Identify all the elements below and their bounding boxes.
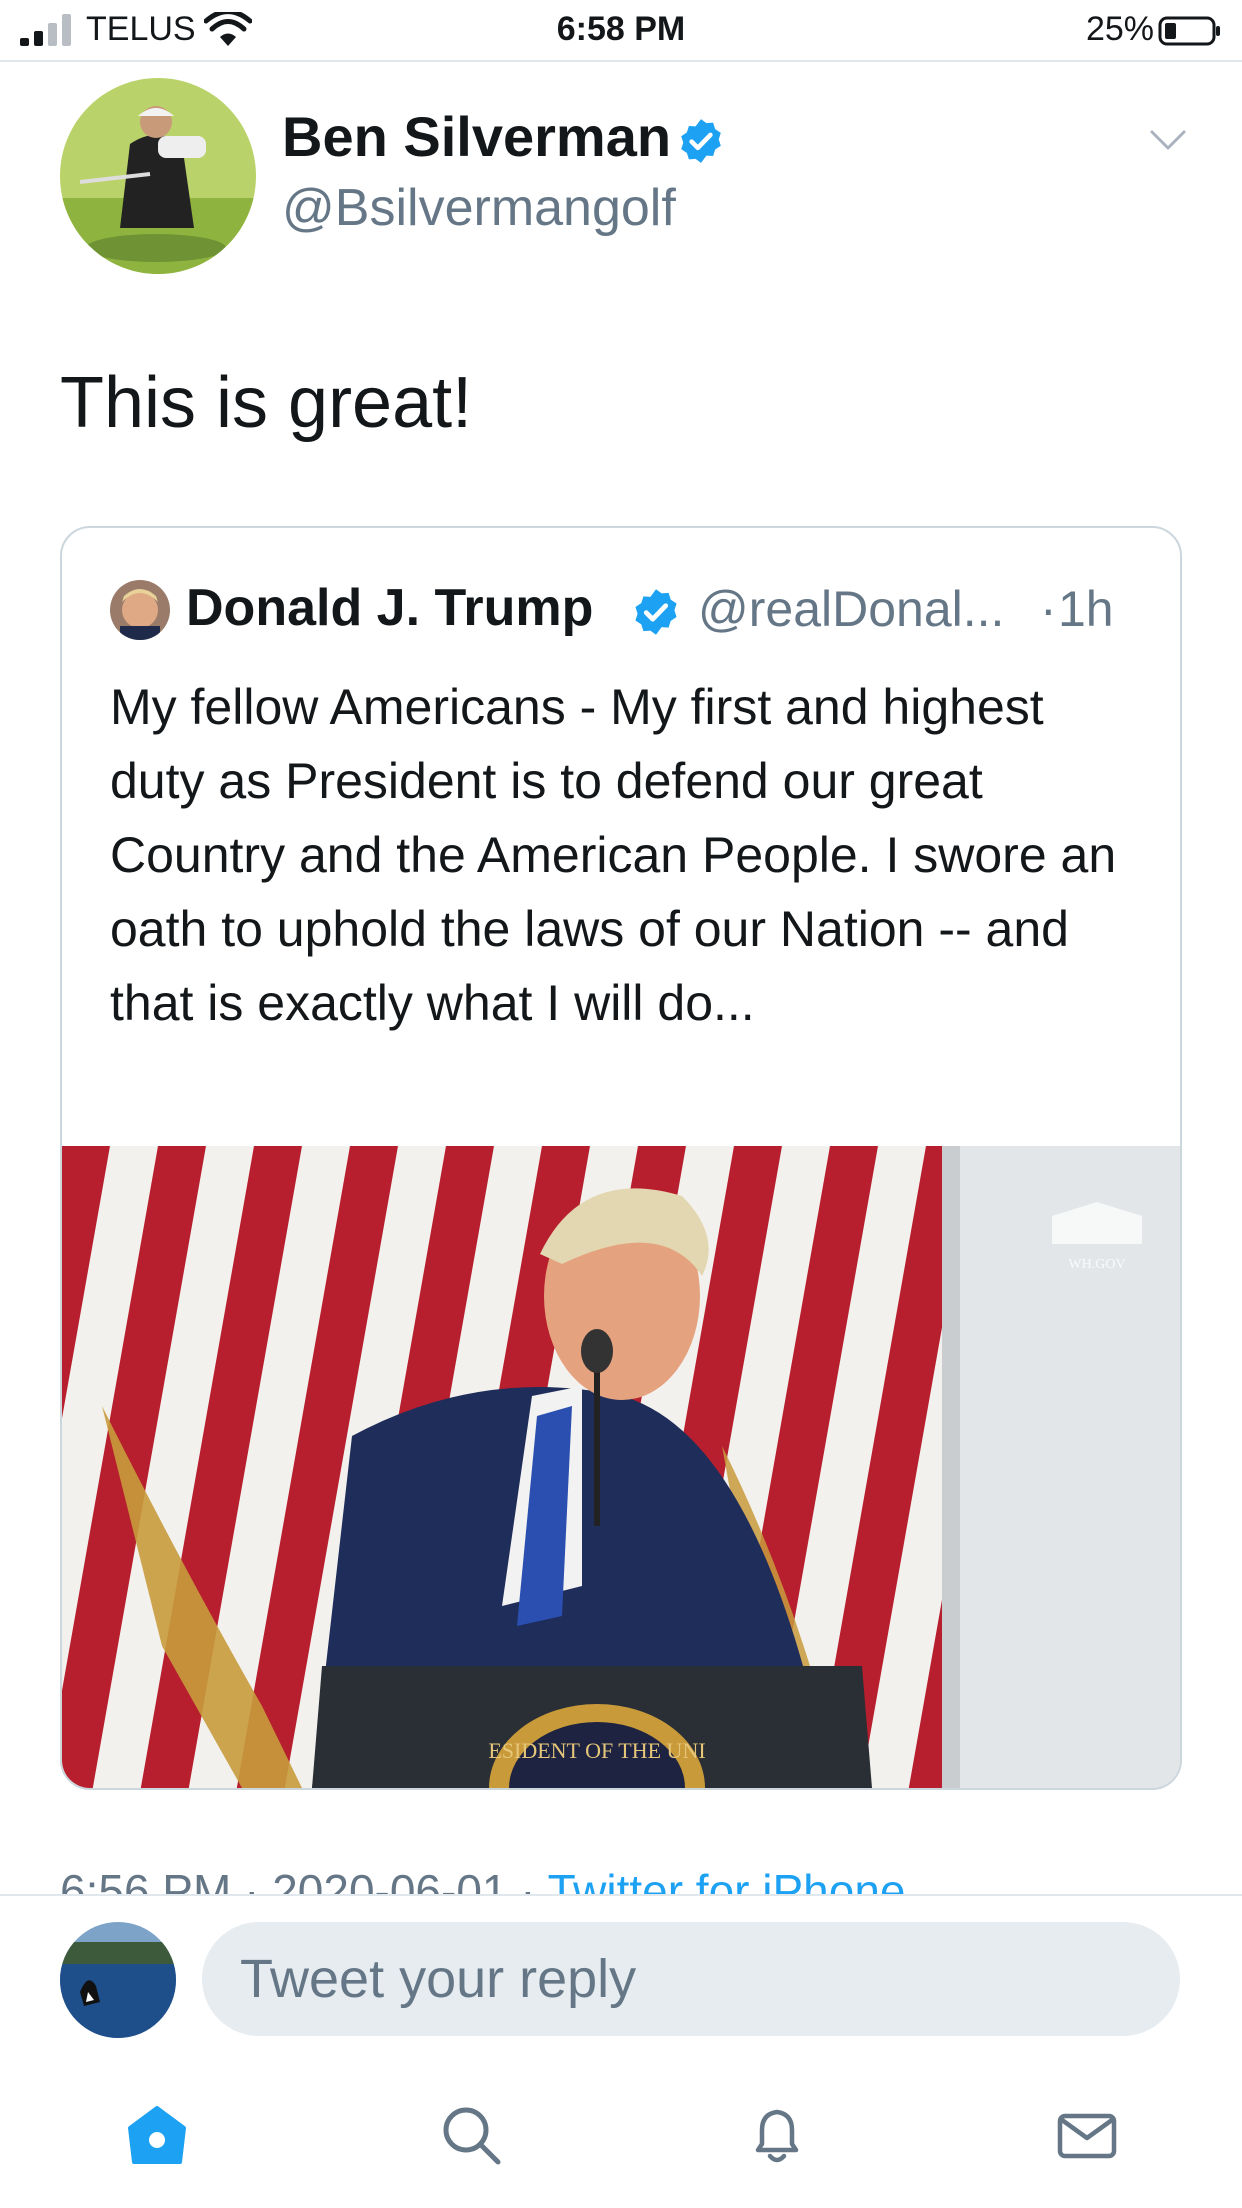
quoted-author-name[interactable]: Donald J. Trump: [186, 578, 593, 638]
reply-input[interactable]: [202, 1922, 1180, 2036]
quoted-tweet-text: My fellow Americans - My first and highe…: [110, 679, 1117, 1031]
quoted-tweet-card[interactable]: Donald J. Trump @realDonal... · 1h My fe…: [60, 526, 1182, 1790]
tweet-text: This is great!: [60, 363, 473, 443]
tab-search[interactable]: [438, 2102, 504, 2168]
tab-bar: [0, 2058, 1242, 2208]
seal-text: ESIDENT OF THE UNI: [488, 1738, 705, 1763]
quoted-tweet-video-thumbnail[interactable]: WH.GOV ESIDENT OF THE UNI: [62, 1146, 1180, 1788]
user-avatar[interactable]: [60, 1922, 176, 2038]
tab-home[interactable]: [124, 2102, 190, 2168]
quoted-tweet-time: 1h: [1058, 581, 1114, 637]
author-handle[interactable]: @Bsilvermangolf: [282, 178, 676, 238]
battery-icon: [1158, 16, 1220, 46]
tab-notifications[interactable]: [744, 2102, 810, 2168]
status-bar: TELUS 6:58 PM 25%: [0, 0, 1242, 62]
home-icon: [128, 2106, 186, 2164]
quoted-author-handle[interactable]: @realDonal...: [698, 580, 1004, 638]
status-clock: 6:58 PM: [556, 10, 686, 48]
quoted-author-avatar[interactable]: [110, 580, 170, 640]
tab-messages[interactable]: [1054, 2102, 1120, 2168]
notifications-icon: [755, 2109, 799, 2163]
verified-badge-icon: [681, 119, 721, 163]
battery-percentage: 25%: [1085, 10, 1154, 48]
reply-bar: [0, 1894, 1242, 2060]
chevron-down-icon[interactable]: [1150, 128, 1186, 152]
watermark-label: WH.GOV: [1068, 1257, 1125, 1272]
search-icon: [443, 2107, 501, 2165]
author-name[interactable]: Ben Silverman: [282, 104, 671, 169]
dot-separator: ·: [1040, 581, 1057, 637]
author-avatar[interactable]: [60, 78, 256, 274]
messages-icon: [1057, 2113, 1117, 2159]
verified-badge-icon: [635, 589, 677, 635]
